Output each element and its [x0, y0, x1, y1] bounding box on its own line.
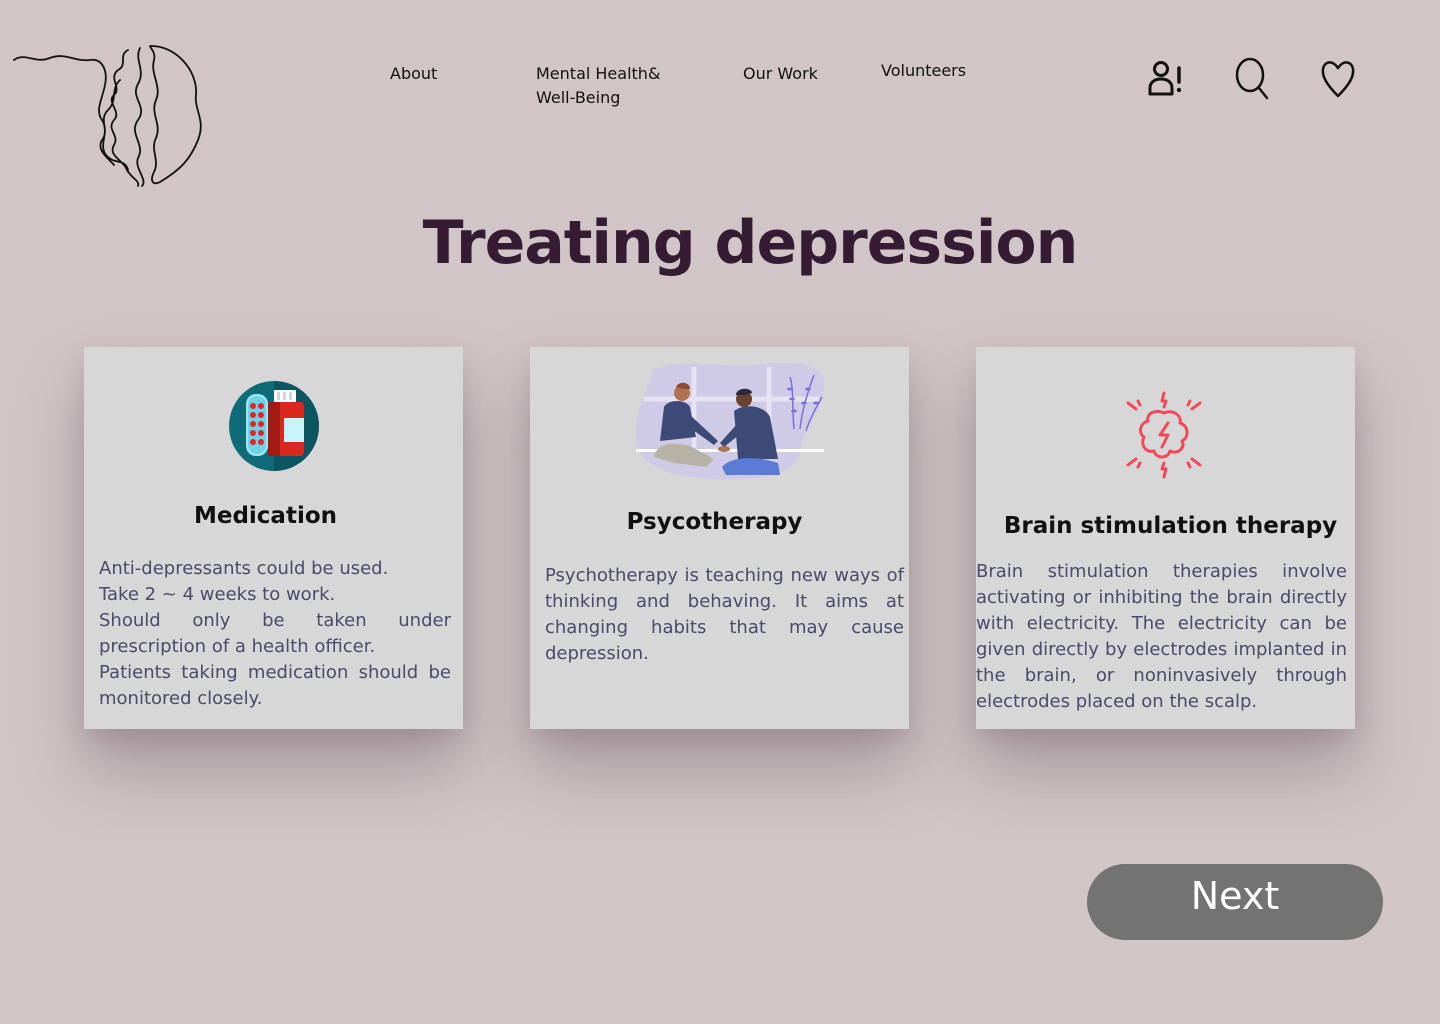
therapy-session-illustration — [635, 362, 825, 480]
heart-icon[interactable] — [1318, 56, 1358, 100]
nav-our-work-link[interactable]: Our Work — [743, 62, 818, 86]
pills-bottle-icon — [229, 381, 319, 471]
card-title-psycotherapy: Psycotherapy — [626, 509, 803, 535]
nav-volunteers-link[interactable]: Volunteers — [881, 59, 966, 83]
card-title-medication: Medication — [193, 503, 338, 529]
card-title-brain-stimulation: Brain stimulation therapy — [1003, 513, 1338, 539]
page-title: Treating depression — [422, 208, 1079, 278]
search-icon[interactable] — [1232, 56, 1272, 100]
brain-electricity-icon — [1126, 391, 1202, 479]
card-text-psycotherapy: Psychotherapy is teaching new ways of th… — [545, 565, 904, 664]
psycotherapy-card[interactable]: Psycotherapy Psychotherapy is teaching n… — [530, 347, 909, 729]
brain-logo[interactable] — [10, 40, 210, 190]
nav-mental-health-link[interactable]: Mental Health& Well-Being — [536, 62, 676, 110]
brain-stimulation-card[interactable]: Brain stimulation therapy Brain stimulat… — [976, 347, 1355, 729]
nav-about-link[interactable]: About — [390, 62, 437, 86]
next-button[interactable]: Next — [1087, 864, 1383, 940]
card-text-medication: Anti-depressants could be used. Take 2 ~… — [99, 558, 451, 709]
card-text-brain-stimulation: Brain stimulation therapies involve acti… — [976, 561, 1347, 712]
user-alert-icon[interactable] — [1146, 58, 1184, 98]
medication-card[interactable]: Medication Anti-depressants could be use… — [84, 347, 463, 729]
